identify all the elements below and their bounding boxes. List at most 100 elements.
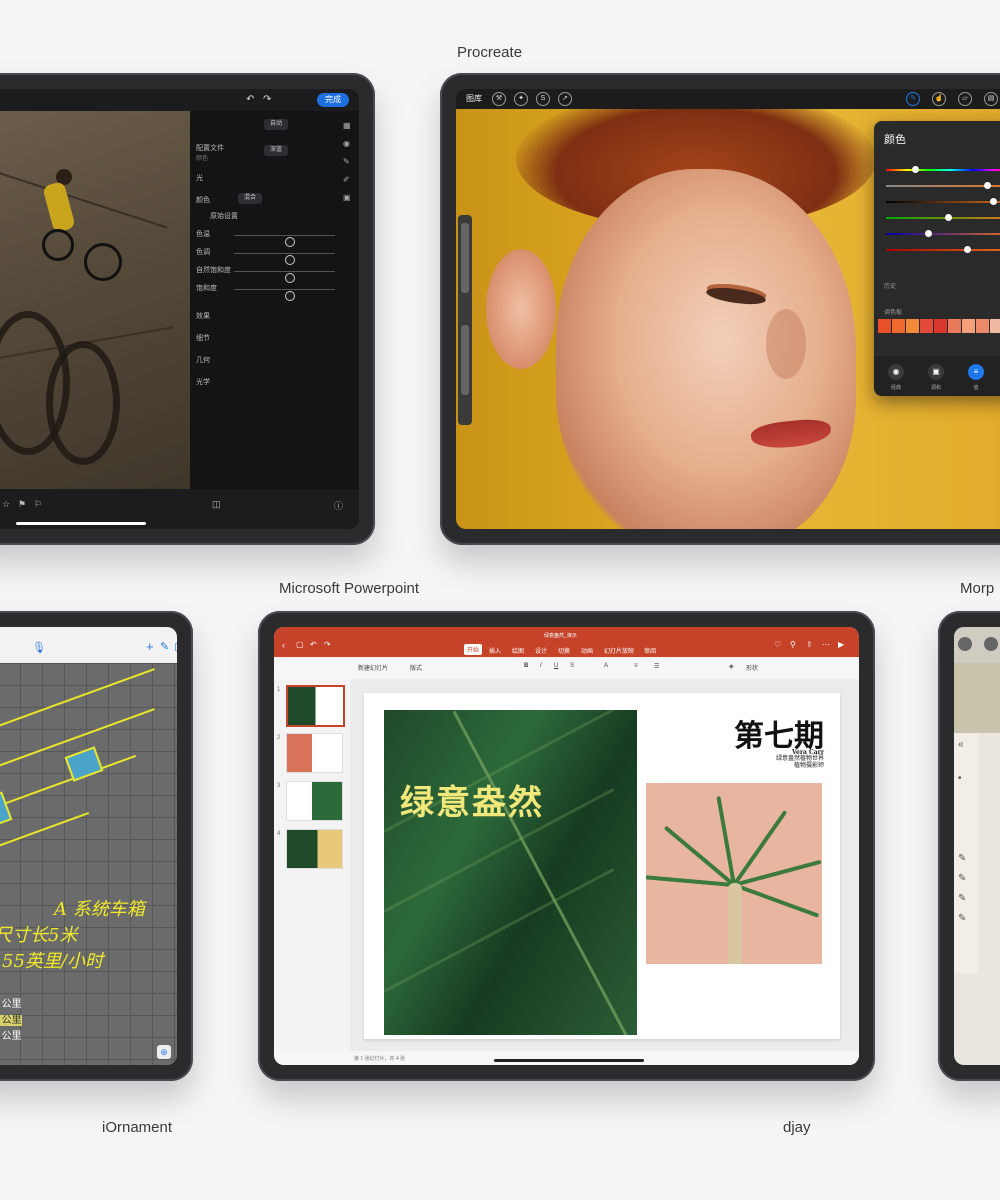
italic-icon[interactable]: I (540, 663, 542, 669)
color-row[interactable]: 颜色 (196, 195, 349, 207)
gallery-button[interactable]: 图库 (466, 93, 482, 104)
palette-swatch[interactable] (976, 319, 989, 333)
font-color-icon[interactable]: A (604, 663, 608, 669)
lightbulb-icon[interactable]: ♡ (774, 640, 781, 649)
photo-canvas[interactable] (0, 111, 190, 489)
slide-thumbnail[interactable] (286, 733, 343, 773)
layout-button[interactable]: 版式 (410, 663, 422, 672)
palm-image[interactable] (646, 783, 822, 964)
mode-disc-icon[interactable]: ◉ (888, 364, 904, 380)
wrench-icon[interactable]: ⚒ (492, 92, 506, 106)
opacity-slider[interactable] (461, 325, 469, 395)
flag-icon[interactable]: ⚑ (18, 499, 26, 510)
section-optics[interactable]: 光学 (196, 377, 349, 389)
zoom-icon[interactable]: ⊕ (157, 1045, 171, 1059)
done-button[interactable]: 完成 (317, 93, 349, 107)
collapse-icon[interactable]: « (958, 739, 970, 753)
section-effects[interactable]: 效果 (196, 311, 349, 323)
shapes-button[interactable]: 形状 (746, 663, 758, 672)
more-icon[interactable]: ⋯ (822, 640, 830, 649)
tab-review[interactable]: 审阅 (644, 646, 656, 655)
mix-chip[interactable]: 混合 (238, 193, 262, 204)
layers-icon[interactable]: ▤ (984, 92, 998, 106)
pen-tool-icon[interactable]: ✎ (958, 913, 970, 927)
align-icon[interactable]: ≡ (634, 663, 638, 669)
slider-knob[interactable] (284, 255, 295, 265)
pen-tool-icon[interactable]: ✎ (958, 873, 970, 887)
tab-design[interactable]: 设计 (535, 646, 547, 655)
pen-tool-icon[interactable]: ✎ (958, 853, 970, 867)
undo-icon[interactable]: ↶ (310, 640, 317, 649)
new-slide-button[interactable]: 新建幻灯片 (358, 663, 388, 672)
redo-icon[interactable]: ↷ (263, 94, 271, 105)
share-icon[interactable]: ⇪ (806, 640, 813, 649)
pen-tool-icon[interactable]: ✎ (958, 893, 970, 907)
star-icon[interactable]: ☆ (2, 499, 10, 510)
mode-classic-icon[interactable]: ▣ (928, 364, 944, 380)
red-slider[interactable] (886, 246, 1000, 253)
dot-icon[interactable]: • (958, 773, 970, 787)
slider-knob[interactable] (284, 237, 295, 247)
slider-knob[interactable] (284, 273, 295, 283)
crop-icon[interactable]: ◉ (343, 139, 353, 148)
add-icon[interactable]: + (146, 639, 154, 654)
slide-thumbnail[interactable] (286, 685, 345, 727)
heal-icon[interactable]: ✎ (343, 157, 353, 166)
bullets-icon[interactable]: ☰ (654, 663, 659, 670)
slider-tint[interactable]: 色调 (196, 247, 349, 265)
info-icon[interactable]: ⓘ (334, 499, 343, 512)
saturation-slider[interactable] (886, 182, 1000, 189)
profile-chip[interactable]: 深蓝 (264, 145, 288, 156)
palette-swatch[interactable] (934, 319, 947, 333)
brush-icon[interactable]: ✐ (343, 175, 353, 184)
underline-icon[interactable]: U (554, 663, 558, 669)
palette-swatch[interactable] (878, 319, 891, 333)
mic-icon[interactable]: 🎙 (32, 641, 46, 654)
tool-icon[interactable] (984, 637, 998, 651)
file-icon[interactable]: ▢ (296, 640, 304, 649)
blue-slider[interactable] (886, 230, 1000, 237)
palette-swatch[interactable] (920, 319, 933, 333)
smudge-icon[interactable]: ☝ (932, 92, 946, 106)
brush-icon[interactable]: ✎ (906, 92, 920, 106)
brush-size-slider[interactable] (461, 223, 469, 293)
auto-button[interactable]: 自动 (264, 119, 288, 130)
redo-icon[interactable]: ↷ (324, 640, 331, 649)
sketch-canvas[interactable]: A 系统车箱 误尺寸长5米 55英里/小时 - 404 公里 - 373 公里 … (0, 663, 177, 1065)
section-detail[interactable]: 细节 (196, 333, 349, 345)
current-slide[interactable]: 绿意盎然 第七期 Vera Carr 绿意盎然植物世界 植物摄影师 (364, 693, 840, 1039)
play-icon[interactable]: ▶ (838, 640, 844, 649)
mix-row[interactable]: 原始设置 (210, 211, 349, 223)
tab-slideshow[interactable]: 幻灯片放映 (604, 646, 634, 655)
tab-transitions[interactable]: 切换 (558, 646, 570, 655)
palette-swatch[interactable] (892, 319, 905, 333)
palette-swatch[interactable] (906, 319, 919, 333)
slide-subtitle[interactable]: Vera Carr 绿意盎然植物世界 植物摄影师 (724, 749, 824, 770)
slide-thumbnail[interactable] (286, 781, 343, 821)
presets-icon[interactable]: ▦ (343, 121, 353, 130)
hue-slider[interactable] (886, 166, 1000, 173)
tab-animations[interactable]: 动画 (581, 646, 593, 655)
back-icon[interactable]: ‹ (282, 640, 285, 650)
pencil-icon[interactable]: ✎ (160, 640, 169, 653)
slider-knob[interactable] (284, 291, 295, 301)
palette-swatch[interactable] (962, 319, 975, 333)
transform-icon[interactable]: ➚ (558, 92, 572, 106)
share-icon[interactable]: ▢ (174, 640, 177, 653)
slide-left-text[interactable]: 绿意盎然 (400, 775, 544, 824)
light-row[interactable]: 光 (196, 173, 349, 185)
green-slider[interactable] (886, 214, 1000, 221)
palette-swatch[interactable] (990, 319, 1000, 333)
tab-draw[interactable]: 绘图 (512, 646, 524, 655)
palette-swatch[interactable] (948, 319, 961, 333)
leaf-image[interactable]: 绿意盎然 (384, 710, 637, 1035)
tool-icon[interactable] (958, 637, 972, 651)
compare-icon[interactable]: ◫ (212, 499, 221, 510)
masking-icon[interactable]: ▣ (343, 193, 353, 202)
undo-icon[interactable]: ↶ (246, 94, 254, 105)
shapes-icon[interactable]: ◈ (729, 663, 734, 670)
search-icon[interactable]: ⚲ (790, 640, 796, 649)
reject-flag-icon[interactable]: ⚐ (34, 499, 42, 510)
section-geometry[interactable]: 几何 (196, 355, 349, 367)
bold-icon[interactable]: B (524, 663, 528, 669)
